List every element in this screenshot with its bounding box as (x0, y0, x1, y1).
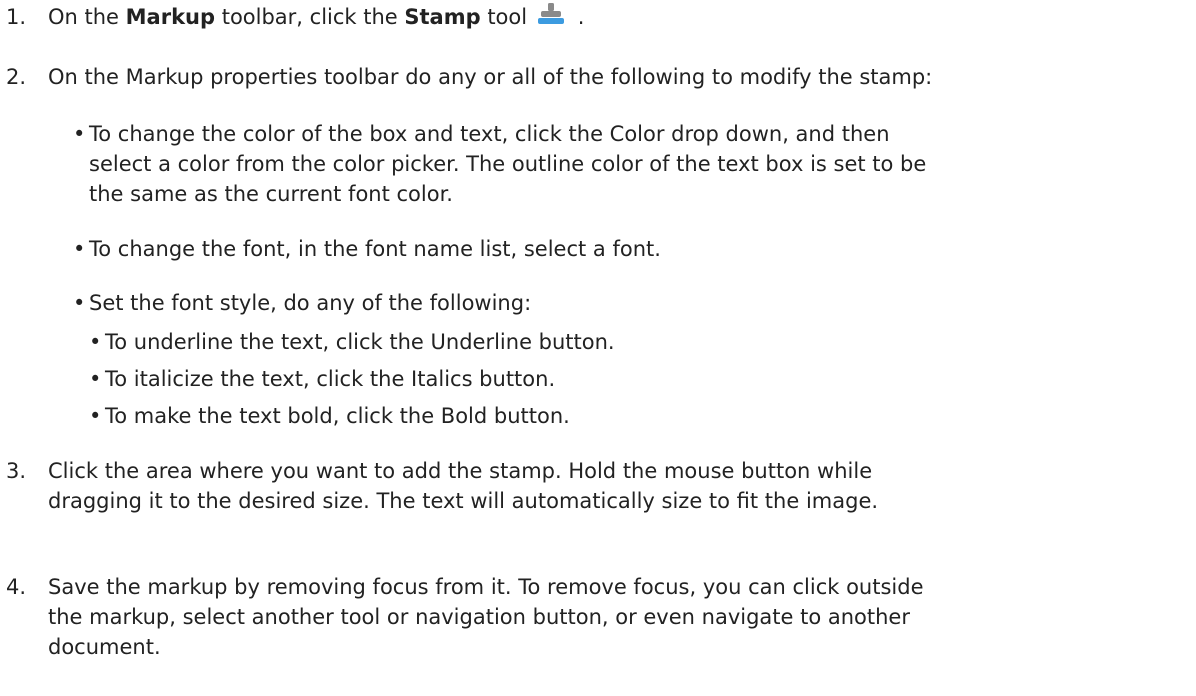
step-text-line: the markup, select another tool or navig… (48, 605, 910, 629)
step-text-line: document. (48, 635, 161, 659)
step-text-part: tool (480, 5, 528, 29)
bullet-dot: • (73, 291, 86, 315)
bullet-dot: • (73, 237, 86, 261)
step-text-part: . (571, 5, 585, 29)
step-number: 3. (6, 459, 27, 483)
bullet-dot: • (89, 367, 102, 391)
sub-list-item: • To italicize the text, click the Itali… (89, 364, 1179, 394)
sub-list-item: • To underline the text, click the Under… (89, 327, 1179, 357)
step-3: 3. Click the area where you want to add … (0, 456, 1196, 516)
bullet-text: Set the font style, do any of the follow… (89, 291, 532, 315)
step-number: 2. (6, 65, 27, 89)
step-text-part: toolbar, click the (215, 5, 405, 29)
stamp-keyword: Stamp (404, 5, 481, 29)
sub-bullet-text: To underline the text, click the Underli… (105, 330, 615, 354)
step-text-line: Click the area where you want to add the… (48, 459, 873, 483)
bullet-text-line: To change the color of the box and text,… (89, 122, 890, 146)
bullet-text-line: the same as the current font color. (89, 182, 453, 206)
step-text: On the Markup properties toolbar do any … (48, 65, 933, 89)
list-item-font: • To change the font, in the font name l… (73, 234, 1183, 264)
bullet-text: To change the font, in the font name lis… (89, 237, 661, 261)
stamp-icon (531, 2, 571, 28)
bullet-dot: • (89, 330, 102, 354)
bullet-dot: • (73, 122, 86, 146)
step-text: On the Markup toolbar, click the Stamp t… (48, 2, 1196, 32)
step-number: 4. (6, 575, 27, 599)
sub-bullet-text: To italicize the text, click the Italics… (105, 367, 556, 391)
step-4: 4. Save the markup by removing focus fro… (0, 572, 1196, 662)
bullet-dot: • (89, 404, 102, 428)
markup-keyword: Markup (125, 5, 216, 29)
step-number: 1. (6, 5, 27, 29)
sub-list-item: • To make the text bold, click the Bold … (89, 401, 1179, 431)
step-text-line: dragging it to the desired size. The tex… (48, 489, 879, 513)
step-text-line: Save the markup by removing focus from i… (48, 575, 924, 599)
bullet-text-line: select a color from the color picker. Th… (89, 152, 927, 176)
help-document: 1. On the Markup toolbar, click the Stam… (0, 0, 1196, 696)
list-item-style: • Set the font style, do any of the foll… (73, 288, 1183, 318)
step-text-part: On the (48, 5, 126, 29)
list-item-color: • To change the color of the box and tex… (73, 119, 1183, 209)
sub-bullet-text: To make the text bold, click the Bold bu… (105, 404, 570, 428)
